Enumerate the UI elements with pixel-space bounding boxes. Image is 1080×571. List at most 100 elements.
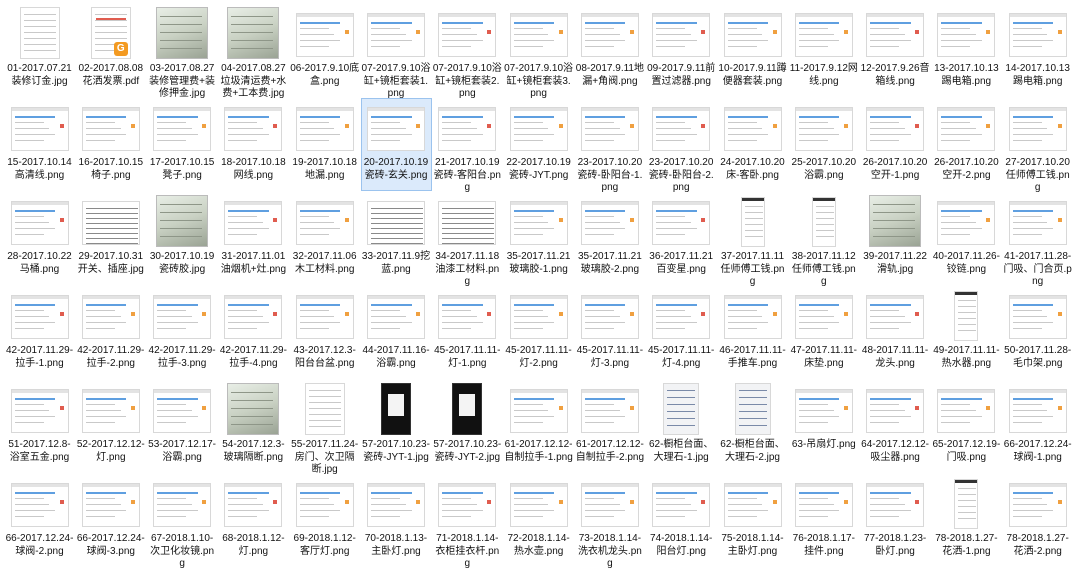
file-thumbnail	[794, 389, 853, 433]
file-item[interactable]: 07-2017.9.10浴缸+镜柜套装2.png	[432, 4, 503, 99]
file-thumbnail	[10, 107, 69, 151]
file-item[interactable]: 42-2017.11.29-拉手-4.png	[218, 286, 289, 379]
file-item[interactable]: 57-2017.10.23-瓷砖-JYT-1.jpg	[361, 380, 432, 473]
file-name-label: 07-2017.9.10浴缸+镜柜套装2.png	[432, 63, 502, 99]
file-item[interactable]: 38-2017.11.12任师傅工钱.png	[788, 192, 859, 287]
file-item[interactable]: 62-橱柜台面、大理石-2.jpg	[717, 380, 788, 473]
file-name-label: 20-2017.10.19瓷砖-玄关.png	[363, 157, 429, 181]
file-item[interactable]: 29-2017.10.31开关、插座.jpg	[75, 192, 146, 285]
file-item[interactable]: 61-2017.12.12-自制拉手-1.png	[503, 380, 574, 473]
file-thumbnail	[509, 389, 568, 433]
file-item[interactable]: 61-2017.12.12-自制拉手-2.png	[574, 380, 645, 473]
file-item[interactable]: 42-2017.11.29-拉手-1.png	[4, 286, 75, 379]
file-thumbnail	[652, 201, 711, 245]
file-item[interactable]: 49-2017.11.11-热水器.png	[931, 286, 1002, 379]
file-item[interactable]: 66-2017.12.24-球阀-3.png	[75, 474, 146, 567]
file-item[interactable]: 26-2017.10.20空开-2.png	[931, 98, 1002, 191]
file-item[interactable]: 23-2017.10.20瓷砖-卧阳台-1.png	[574, 98, 645, 193]
file-item[interactable]: 78-2018.1.27-花洒-2.png	[1002, 474, 1073, 567]
file-item[interactable]: 31-2017.11.01油烟机+灶.png	[218, 192, 289, 285]
file-item[interactable]: 36-2017.11.21百变星.png	[646, 192, 717, 285]
file-item[interactable]: 52-2017.12.12-灯.png	[75, 380, 146, 473]
file-item[interactable]: 45-2017.11.11-灯-1.png	[432, 286, 503, 379]
file-item[interactable]: 35-2017.11.21玻璃胶-2.png	[574, 192, 645, 285]
file-item[interactable]: 40-2017.11.26-铰链.png	[931, 192, 1002, 285]
file-item[interactable]: 44-2017.11.16-浴霸.png	[361, 286, 432, 379]
file-item[interactable]: 57-2017.10.23-瓷砖-JYT-2.jpg	[432, 380, 503, 473]
file-thumbnail	[295, 295, 354, 339]
file-item[interactable]: 66-2017.12.24-球阀-1.png	[1002, 380, 1073, 473]
file-item[interactable]: 25-2017.10.20浴霸.png	[788, 98, 859, 191]
file-item[interactable]: 66-2017.12.24-球阀-2.png	[4, 474, 75, 567]
file-item[interactable]: 23-2017.10.20瓷砖-卧阳台-2.png	[646, 98, 717, 193]
file-item[interactable]: 39-2017.11.22滑轨.jpg	[860, 192, 931, 285]
file-item[interactable]: 41-2017.11.28-门吸、门合页.png	[1002, 192, 1073, 287]
file-item[interactable]: 69-2018.1.12-客厅灯.png	[289, 474, 360, 567]
file-item[interactable]: 07-2017.9.10浴缸+镜柜套装1.png	[361, 4, 432, 99]
file-item[interactable]: 48-2017.11.11-龙头.png	[860, 286, 931, 379]
file-item[interactable]: 65-2017.12.19-门吸.png	[931, 380, 1002, 473]
file-thumbnail	[1008, 389, 1067, 433]
file-item[interactable]: 71-2018.1.14-衣柜挂衣杆.png	[432, 474, 503, 569]
file-item[interactable]: 51-2017.12.8-浴室五金.png	[4, 380, 75, 473]
file-item[interactable]: 67-2018.1.10-次卫化妆镜.png	[147, 474, 218, 569]
file-item[interactable]: 35-2017.11.21玻璃胶-1.png	[503, 192, 574, 285]
file-item[interactable]: 12-2017.9.26音箱线.png	[860, 4, 931, 97]
file-item[interactable]: 27-2017.10.20任师傅工钱.png	[1002, 98, 1073, 193]
file-item[interactable]: 70-2018.1.13-主卧灯.png	[361, 474, 432, 567]
file-item[interactable]: 16-2017.10.15椅子.png	[75, 98, 146, 191]
file-item[interactable]: 53-2017.12.17-浴霸.png	[147, 380, 218, 473]
file-item[interactable]: 15-2017.10.14高清线.png	[4, 98, 75, 191]
file-item[interactable]: 33-2017.11.9挖蓝.png	[361, 192, 432, 285]
file-item[interactable]: 50-2017.11.28-毛巾架.png	[1002, 286, 1073, 379]
file-item[interactable]: 55-2017.11.24-房门、次卫隔断.jpg	[289, 380, 360, 475]
file-item[interactable]: 06-2017.9.10底盒.png	[289, 4, 360, 97]
file-item[interactable]: 45-2017.11.11-灯-2.png	[503, 286, 574, 379]
file-item[interactable]: 46-2017.11.11-手推车.png	[717, 286, 788, 379]
file-item[interactable]: 78-2018.1.27-花洒-1.png	[931, 474, 1002, 567]
file-item[interactable]: 43-2017.12.3-阳台台盆.png	[289, 286, 360, 379]
file-item[interactable]: 63-吊扇灯.png	[788, 380, 859, 473]
file-item[interactable]: 45-2017.11.11-灯-4.png	[646, 286, 717, 379]
file-thumbnail	[937, 389, 996, 433]
file-item[interactable]: 37-2017.11.11任师傅工钱.png	[717, 192, 788, 287]
file-item[interactable]: 75-2018.1.14-主卧灯.png	[717, 474, 788, 567]
file-item[interactable]: 17-2017.10.15凳子.png	[147, 98, 218, 191]
file-item[interactable]: 62-橱柜台面、大理石-1.jpg	[646, 380, 717, 473]
file-item[interactable]: 20-2017.10.19瓷砖-玄关.png	[360, 98, 432, 191]
file-item[interactable]: 73-2018.1.14-洗衣机龙头.png	[574, 474, 645, 569]
file-item[interactable]: 45-2017.11.11-灯-3.png	[574, 286, 645, 379]
file-item[interactable]: 07-2017.9.10浴缸+镜柜套装3.png	[503, 4, 574, 99]
file-item[interactable]: 30-2017.10.19瓷砖胶.jpg	[147, 192, 218, 285]
file-item[interactable]: 26-2017.10.20空开-1.png	[860, 98, 931, 191]
file-item[interactable]: 10-2017.9.11蹲便器套装.png	[717, 4, 788, 97]
file-item[interactable]: 47-2017.11.11-床垫.png	[788, 286, 859, 379]
file-item[interactable]: 34-2017.11.18油漆工材料.png	[432, 192, 503, 287]
file-name-label: 42-2017.11.29-拉手-4.png	[219, 345, 287, 369]
file-item[interactable]: 64-2017.12.12-吸尘器.png	[860, 380, 931, 473]
file-item[interactable]: 68-2018.1.12-灯.png	[218, 474, 289, 567]
file-item[interactable]: 04-2017.08.27垃圾清运费+水费+工本费.jpg	[218, 4, 289, 99]
file-item[interactable]: 24-2017.10.20床-客卧.png	[717, 98, 788, 191]
file-item[interactable]: 13-2017.10.13踢电箱.png	[931, 4, 1002, 97]
file-item[interactable]: 74-2018.1.14-阳台灯.png	[646, 474, 717, 567]
file-item[interactable]: 21-2017.10.19瓷砖-客阳台.png	[432, 98, 503, 193]
file-item[interactable]: 11-2017.9.12网线.png	[788, 4, 859, 97]
file-item[interactable]: 22-2017.10.19瓷砖-JYT.png	[503, 98, 574, 191]
file-item[interactable]: 28-2017.10.22马桶.png	[4, 192, 75, 285]
file-item[interactable]: 01-2017.07.21装修订金.jpg	[4, 4, 75, 97]
file-item[interactable]: 09-2017.9.11前置过滤器.png	[646, 4, 717, 97]
file-item[interactable]: 32-2017.11.06木工材料.png	[289, 192, 360, 285]
file-item[interactable]: 54-2017.12.3-玻璃隔断.png	[218, 380, 289, 473]
file-item[interactable]: 03-2017.08.27装修管理费+装修押金.jpg	[147, 4, 218, 99]
file-item[interactable]: G 02-2017.08.08花洒发票.pdf	[75, 4, 146, 97]
file-item[interactable]: 77-2018.1.23-卧灯.png	[860, 474, 931, 567]
file-item[interactable]: 72-2018.1.14-热水壶.png	[503, 474, 574, 567]
file-item[interactable]: 76-2018.1.17-挂件.png	[788, 474, 859, 567]
file-item[interactable]: 18-2017.10.18网线.png	[218, 98, 289, 191]
file-item[interactable]: 08-2017.9.11地漏+角阀.png	[574, 4, 645, 97]
file-item[interactable]: 19-2017.10.18地漏.png	[289, 98, 360, 191]
file-item[interactable]: 42-2017.11.29-拉手-3.png	[147, 286, 218, 379]
file-item[interactable]: 42-2017.11.29-拉手-2.png	[75, 286, 146, 379]
file-item[interactable]: 14-2017.10.13踢电箱.png	[1002, 4, 1073, 97]
